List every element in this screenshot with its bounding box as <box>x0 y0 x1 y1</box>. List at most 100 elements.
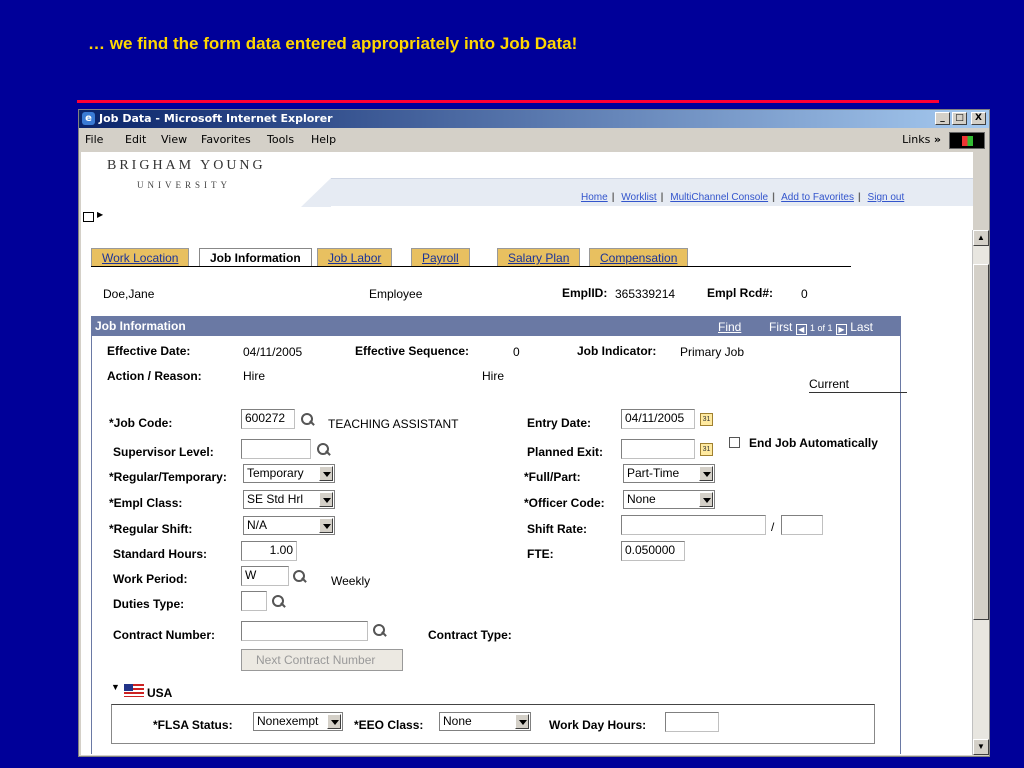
regular-temporary-select[interactable]: Temporary <box>243 464 335 483</box>
shift-rate-unit-input[interactable] <box>781 515 823 535</box>
tab-payroll[interactable]: Payroll <box>411 248 470 266</box>
eeo-class-label: *EEO Class: <box>354 718 424 732</box>
section-header: Job Information Find First ◀ 1 of 1 ▶ La… <box>91 316 901 336</box>
nav-multichannel[interactable]: MultiChannel Console <box>670 192 768 203</box>
tab-compensation[interactable]: Compensation <box>589 248 689 266</box>
standard-hours-input[interactable]: 1.00 <box>241 541 297 561</box>
links-toolbar[interactable]: Links » <box>902 133 941 146</box>
minimize-button[interactable]: _ <box>935 112 950 125</box>
work-period-input[interactable]: W <box>241 566 289 586</box>
tab-job-labor[interactable]: Job Labor <box>317 248 393 266</box>
nav-favorites[interactable]: Add to Favorites <box>781 192 854 203</box>
links-label: Links <box>902 133 931 146</box>
eeo-class-value: None <box>443 714 472 728</box>
scroll-up-icon[interactable]: ▲ <box>973 230 989 246</box>
shift-rate-input[interactable] <box>621 515 766 535</box>
full-part-select[interactable]: Part-Time <box>623 464 715 483</box>
duties-lookup-icon[interactable] <box>272 595 286 609</box>
tab-salary-plan[interactable]: Salary Plan <box>497 248 581 266</box>
nav-worklist[interactable]: Worklist <box>621 192 656 203</box>
contract-type-label: Contract Type: <box>428 628 512 642</box>
flsa-status-select[interactable]: Nonexempt <box>253 712 343 731</box>
emplid-label: EmplID: <box>562 286 608 300</box>
calendar-icon[interactable]: 31 <box>700 443 713 456</box>
supervisor-level-label: Supervisor Level: <box>113 445 214 459</box>
vertical-scrollbar[interactable]: ▲ ▼ <box>972 230 989 755</box>
end-job-checkbox[interactable] <box>729 437 740 448</box>
supervisor-level-input[interactable] <box>241 439 311 459</box>
supervisor-lookup-icon[interactable] <box>317 443 331 457</box>
end-job-label: End Job Automatically <box>749 436 878 450</box>
contract-lookup-icon[interactable] <box>373 624 387 638</box>
work-day-hours-input[interactable] <box>665 712 719 732</box>
last-link[interactable]: Last <box>850 320 873 334</box>
flsa-status-label: *FLSA Status: <box>153 718 233 732</box>
menu-tools[interactable]: Tools <box>267 133 294 146</box>
officer-code-select[interactable]: None <box>623 490 715 509</box>
chevron-down-icon[interactable] <box>319 518 333 533</box>
reason-value: Hire <box>482 369 505 383</box>
next-contract-number-button[interactable]: Next Contract Number <box>241 649 403 671</box>
chevron-down-icon[interactable] <box>515 714 529 729</box>
menu-favorites[interactable]: Favorites <box>201 133 251 146</box>
nav-signout[interactable]: Sign out <box>868 192 905 203</box>
expand-arrow-icon[interactable]: ▶ <box>97 210 103 219</box>
row-count: 1 of 1 <box>810 323 833 333</box>
empl-rcd-label: Empl Rcd#: <box>707 286 774 300</box>
maximize-button[interactable]: □ <box>952 112 967 125</box>
prev-arrow-icon[interactable]: ◀ <box>795 324 807 335</box>
row-navigator: First ◀ 1 of 1 ▶ Last <box>769 320 873 335</box>
calendar-icon[interactable]: 31 <box>700 413 713 426</box>
us-flag-icon <box>124 684 144 697</box>
usa-label: USA <box>147 686 173 700</box>
usa-collapse-icon[interactable]: ▼ <box>111 682 120 692</box>
planned-exit-label: Planned Exit: <box>527 445 604 459</box>
planned-exit-input[interactable] <box>621 439 695 459</box>
entry-date-label: Entry Date: <box>527 416 592 430</box>
job-code-lookup-icon[interactable] <box>301 413 315 427</box>
fte-label: FTE: <box>527 547 554 561</box>
work-period-lookup-icon[interactable] <box>293 570 307 584</box>
fte-input[interactable]: 0.050000 <box>621 541 685 561</box>
contract-number-label: Contract Number: <box>113 628 216 642</box>
job-code-input[interactable]: 600272 <box>241 409 295 429</box>
work-period-label: Work Period: <box>113 572 188 586</box>
tab-job-information[interactable]: Job Information <box>199 248 312 266</box>
chevron-down-icon[interactable] <box>319 466 333 481</box>
standard-hours-label: Standard Hours: <box>113 547 208 561</box>
work-period-description: Weekly <box>331 574 371 588</box>
section-body <box>91 336 901 754</box>
empl-class-select[interactable]: SE Std Hrl <box>243 490 335 509</box>
menu-toggle-icon[interactable] <box>83 212 94 222</box>
duties-type-label: Duties Type: <box>113 597 185 611</box>
duties-type-input[interactable] <box>241 591 267 611</box>
logo-text: BRIGHAM YOUNG <box>107 158 266 173</box>
close-button[interactable]: X <box>971 112 986 125</box>
nav-home[interactable]: Home <box>581 192 608 203</box>
scroll-thumb[interactable] <box>973 264 989 620</box>
chevron-down-icon[interactable] <box>327 714 341 729</box>
chevron-down-icon[interactable] <box>319 492 333 507</box>
contract-number-input[interactable] <box>241 621 368 641</box>
regular-shift-select[interactable]: N/A <box>243 516 335 535</box>
menu-help[interactable]: Help <box>311 133 336 146</box>
shift-rate-separator: / <box>771 520 775 534</box>
find-link[interactable]: Find <box>718 320 741 334</box>
shift-rate-label: Shift Rate: <box>527 522 587 536</box>
chevron-down-icon[interactable] <box>699 466 713 481</box>
page-content: BRIGHAM YOUNG UNIVERSITY Home | Worklist |… <box>81 152 973 755</box>
scroll-down-icon[interactable]: ▼ <box>973 739 989 755</box>
action-value: Hire <box>243 369 266 383</box>
next-arrow-icon[interactable]: ▶ <box>835 324 847 335</box>
chevron-down-icon[interactable] <box>699 492 713 507</box>
menu-edit[interactable]: Edit <box>125 133 146 146</box>
eeo-class-select[interactable]: None <box>439 712 531 731</box>
job-indicator-label: Job Indicator: <box>577 344 657 358</box>
entry-date-input[interactable]: 04/11/2005 <box>621 409 695 429</box>
menu-file[interactable]: File <box>85 133 103 146</box>
menu-view[interactable]: View <box>161 133 187 146</box>
tab-work-location[interactable]: Work Location <box>91 248 190 266</box>
windows-logo-icon <box>949 132 985 149</box>
first-link[interactable]: First <box>769 320 792 334</box>
emplid-value: 365339214 <box>615 287 676 301</box>
